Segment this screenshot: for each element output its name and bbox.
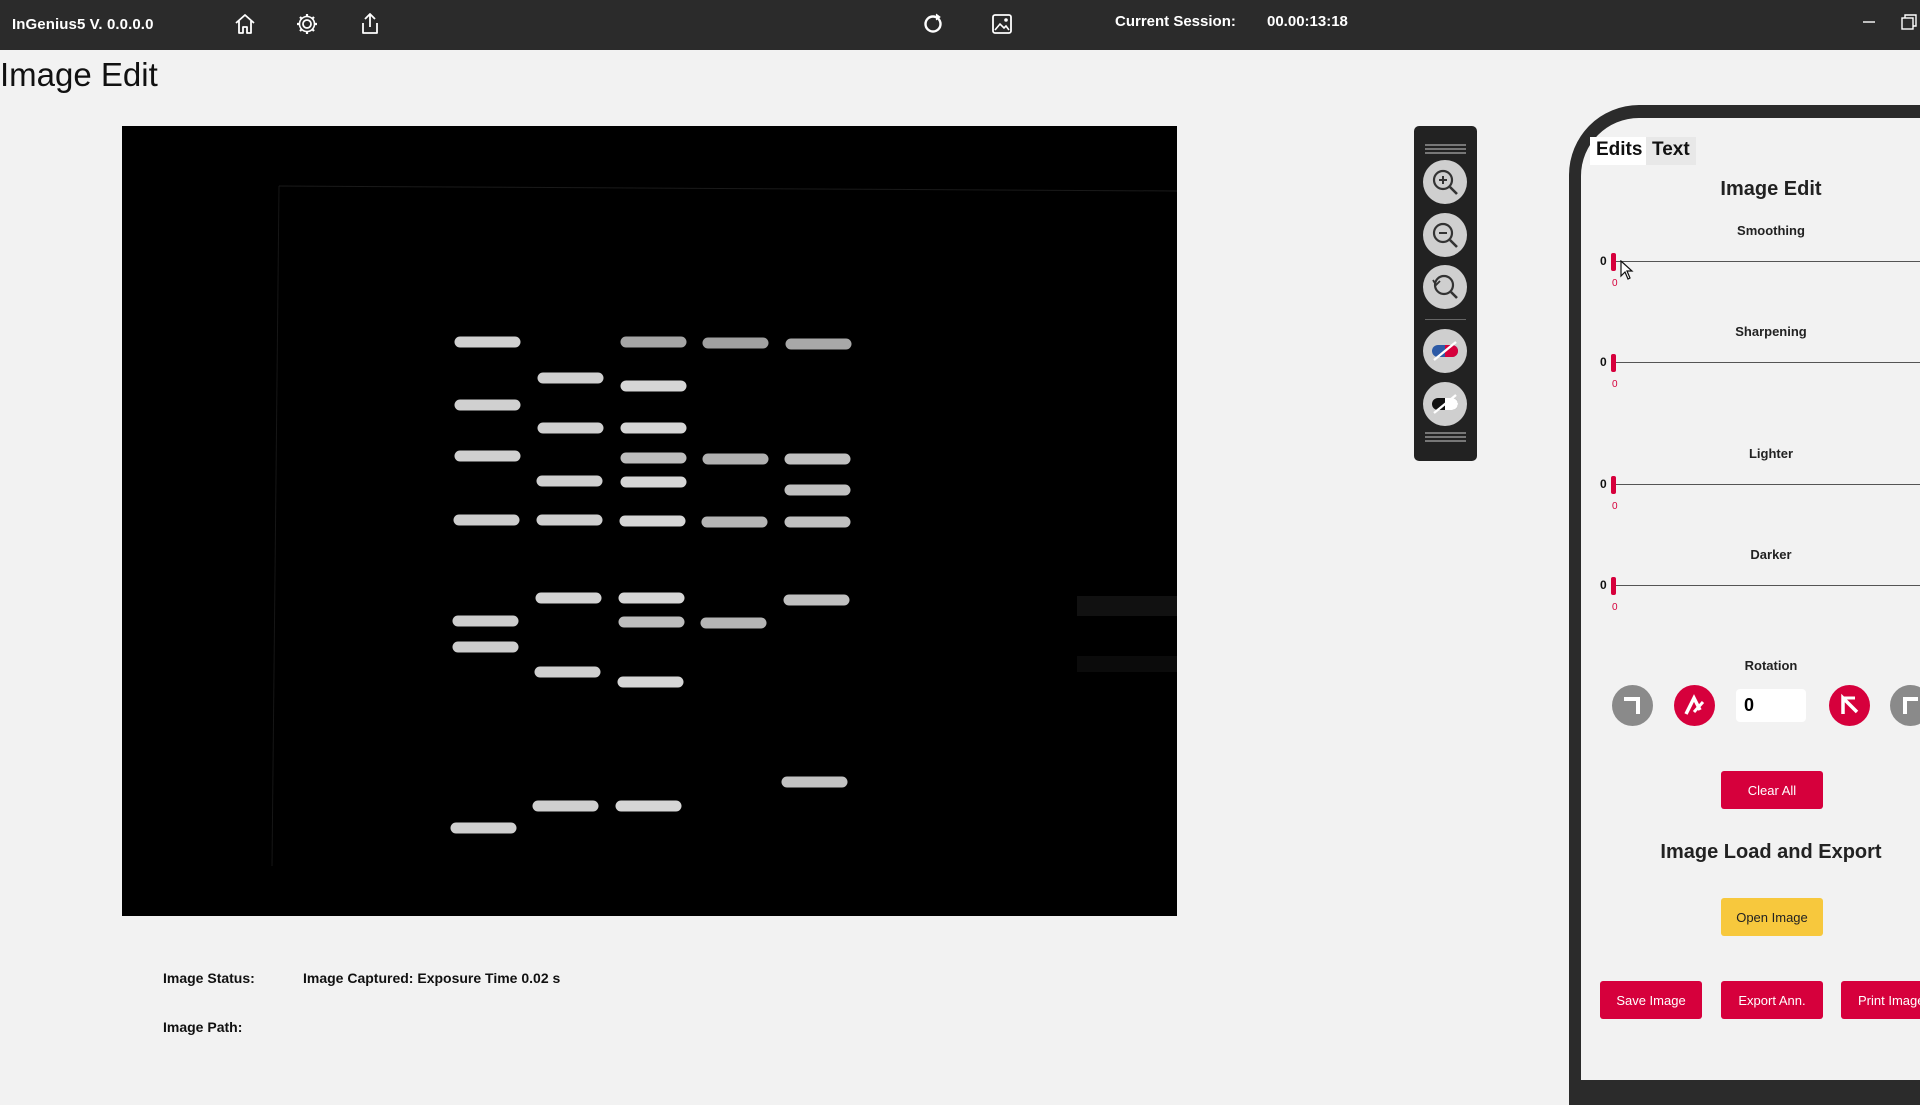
rotate-left-icon[interactable] <box>1674 685 1715 726</box>
mouse-cursor-icon <box>1620 260 1634 280</box>
sharpening-label: Sharpening <box>1735 324 1807 339</box>
open-image-button[interactable]: Open Image <box>1721 898 1823 936</box>
image-viewer[interactable] <box>122 126 1177 916</box>
load-export-heading: Image Load and Export <box>1660 841 1882 863</box>
restore-icon[interactable] <box>1898 11 1920 33</box>
image-toolbar <box>1414 126 1477 461</box>
lighter-min-label: 0 <box>1600 477 1607 491</box>
lighter-value: 0 <box>1612 501 1618 512</box>
gel-image <box>122 126 1177 916</box>
darker-label: Darker <box>1750 547 1792 562</box>
minimize-icon[interactable] <box>1858 11 1880 33</box>
flip-horizontal-icon[interactable] <box>1612 685 1653 726</box>
zoom-out-icon[interactable] <box>1423 213 1467 257</box>
darker-min-label: 0 <box>1600 578 1607 592</box>
image-edit-heading: Image Edit <box>1720 178 1822 200</box>
rotation-input[interactable] <box>1736 689 1806 722</box>
smoothing-label: Smoothing <box>1737 223 1805 238</box>
toolbar-grip-bottom[interactable] <box>1425 432 1466 442</box>
tab-text[interactable]: Text <box>1646 137 1696 165</box>
rotate-right-icon[interactable] <box>1829 685 1870 726</box>
darker-track[interactable] <box>1612 585 1920 586</box>
image-path-label: Image Path: <box>163 1019 243 1035</box>
invert-colors-icon[interactable] <box>1423 329 1467 373</box>
smoothing-thumb[interactable] <box>1611 253 1616 271</box>
image-icon[interactable] <box>988 10 1016 38</box>
smoothing-min-label: 0 <box>1600 254 1607 268</box>
session-time: 00.00:13:18 <box>1267 13 1348 30</box>
top-bar: InGenius5 V. 0.0.0.0 Current Session: 00… <box>0 0 1920 50</box>
flip-vertical-icon[interactable] <box>1890 685 1920 726</box>
toolbar-separator <box>1425 319 1466 320</box>
contrast-toggle-icon[interactable] <box>1423 382 1467 426</box>
sharpening-min-label: 0 <box>1600 355 1607 369</box>
share-icon[interactable] <box>356 10 384 38</box>
sharpening-value: 0 <box>1612 379 1618 390</box>
session-label: Current Session: <box>1115 13 1236 30</box>
image-status-value: Image Captured: Exposure Time 0.02 s <box>303 970 561 986</box>
export-annotations-button[interactable]: Export Ann. <box>1721 981 1823 1019</box>
lighter-label: Lighter <box>1748 446 1794 461</box>
zoom-reset-icon[interactable] <box>1423 265 1467 309</box>
app-title: InGenius5 V. 0.0.0.0 <box>12 16 154 33</box>
zoom-in-icon[interactable] <box>1423 160 1467 204</box>
rotation-label: Rotation <box>1744 658 1798 673</box>
darker-value: 0 <box>1612 602 1618 613</box>
darker-thumb[interactable] <box>1611 577 1616 595</box>
image-status-label: Image Status: <box>163 970 255 986</box>
page-title: Image Edit <box>0 56 158 93</box>
lighter-track[interactable] <box>1612 484 1920 485</box>
save-image-button[interactable]: Save Image <box>1600 981 1702 1019</box>
sharpening-thumb[interactable] <box>1611 354 1616 372</box>
print-image-button[interactable]: Print Image <box>1841 981 1920 1019</box>
smoothing-track[interactable] <box>1612 261 1920 262</box>
home-icon[interactable] <box>231 10 259 38</box>
tab-edits[interactable]: Edits <box>1590 137 1649 165</box>
refresh-icon[interactable] <box>919 10 947 38</box>
smoothing-value: 0 <box>1612 278 1618 289</box>
clear-all-button[interactable]: Clear All <box>1721 771 1823 809</box>
gear-icon[interactable] <box>293 10 321 38</box>
lighter-thumb[interactable] <box>1611 476 1616 494</box>
toolbar-grip-top[interactable] <box>1425 144 1466 154</box>
sharpening-track[interactable] <box>1612 362 1920 363</box>
